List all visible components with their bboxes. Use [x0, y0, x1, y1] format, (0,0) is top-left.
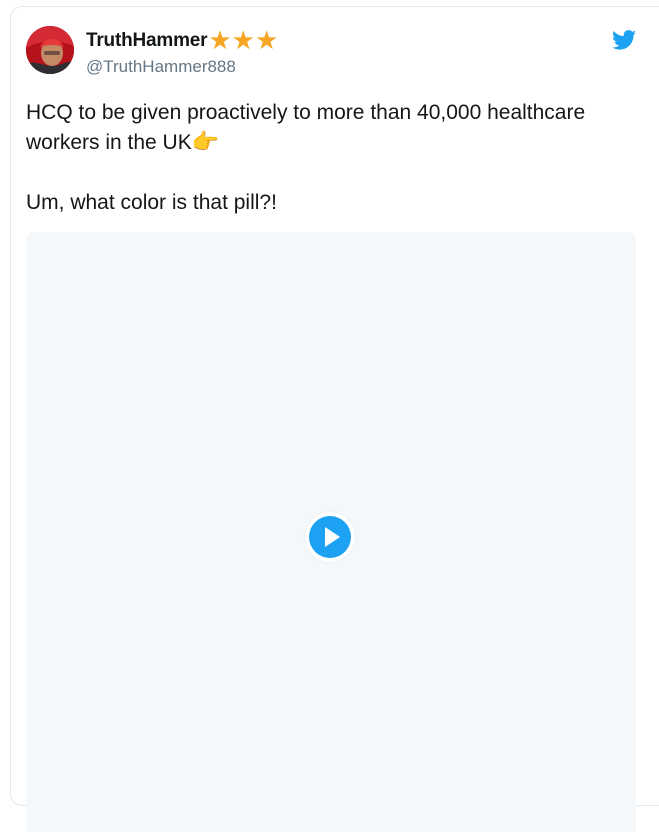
- tweet-text-part: HCQ to be given proactively to more than…: [26, 101, 586, 154]
- avatar[interactable]: [26, 26, 74, 74]
- play-icon[interactable]: [309, 516, 351, 558]
- tweet-text: HCQ to be given proactively to more than…: [26, 98, 626, 218]
- avatar-image: [26, 26, 74, 74]
- video-media[interactable]: [26, 232, 636, 832]
- tweet-text-line-2: Um, what color is that pill?!: [26, 191, 277, 214]
- author-name-row[interactable]: TruthHammer ★★★: [86, 28, 278, 54]
- twitter-bird-icon[interactable]: [612, 30, 636, 50]
- star-icon: ★★★: [208, 26, 279, 56]
- backhand-index-pointing-right-icon: 👉: [191, 130, 220, 155]
- author-handle[interactable]: @TruthHammer888: [86, 57, 236, 77]
- tweet-text-line-1: HCQ to be given proactively to more than…: [26, 98, 626, 158]
- play-button[interactable]: [305, 512, 355, 562]
- display-name[interactable]: TruthHammer: [86, 30, 208, 52]
